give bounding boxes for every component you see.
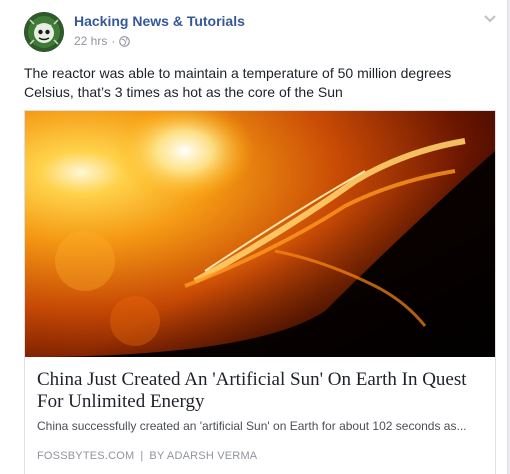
post-text: The reactor was able to maintain a tempe…: [24, 65, 452, 100]
meta-separator: ·: [111, 34, 116, 48]
link-byline: BY ADARSH VERMA: [149, 450, 258, 462]
feed-post: Hacking News & Tutorials 22 hrs · The re…: [0, 0, 508, 474]
link-title[interactable]: China Just Created An 'Artificial Sun' O…: [37, 369, 483, 413]
link-domain: FOSSBYTES.COM: [37, 450, 135, 462]
avatar-logo-icon: [24, 12, 64, 52]
globe-icon[interactable]: [119, 35, 131, 47]
post-meta: 22 hrs ·: [74, 34, 131, 48]
page-avatar[interactable]: [24, 12, 64, 52]
chevron-down-icon[interactable]: [484, 14, 496, 24]
post-author-link[interactable]: Hacking News & Tutorials: [74, 13, 245, 29]
link-preview-card[interactable]: China Just Created An 'Artificial Sun' O…: [24, 110, 496, 474]
link-source: FOSSBYTES.COM | BY ADARSH VERMA: [37, 450, 257, 462]
post-timestamp[interactable]: 22 hrs: [74, 34, 107, 48]
link-preview-image[interactable]: [25, 111, 495, 357]
link-description: China successfully created an 'artificia…: [37, 419, 467, 433]
source-separator: |: [140, 450, 144, 462]
